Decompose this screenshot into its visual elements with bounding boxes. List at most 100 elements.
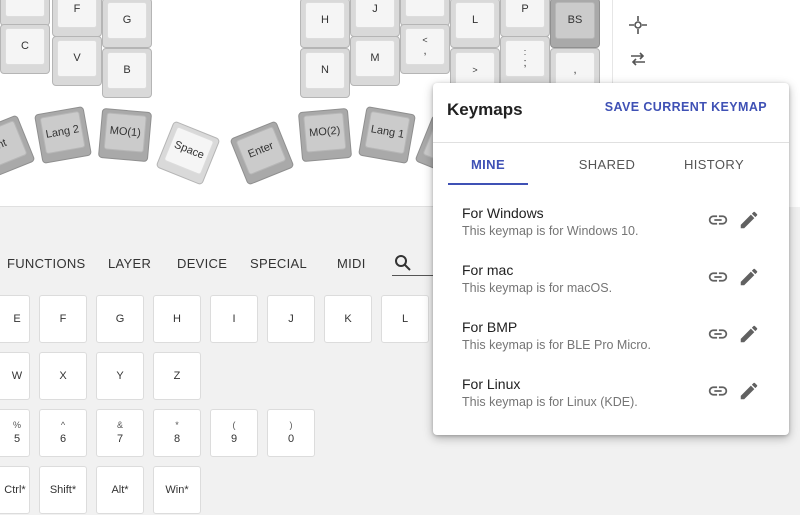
palette-key[interactable]: * 8 bbox=[153, 409, 201, 457]
thumb-key[interactable]: MO(2) bbox=[297, 107, 353, 163]
key-label: MO(1) bbox=[109, 124, 142, 140]
key-label: Space bbox=[172, 138, 206, 162]
keymap-item[interactable]: For Windows This keymap is for Windows 1… bbox=[433, 199, 789, 255]
keymap-description: This keymap is for Linux (KDE). bbox=[462, 395, 638, 409]
link-icon[interactable] bbox=[707, 209, 729, 231]
palette-key[interactable]: Y bbox=[96, 352, 144, 400]
palette-key[interactable]: Alt* bbox=[96, 466, 144, 514]
keymap-name: For mac bbox=[462, 262, 514, 278]
key-shift-label: ^ bbox=[60, 420, 66, 430]
palette-key[interactable]: (9 bbox=[210, 409, 258, 457]
pencil-icon[interactable] bbox=[738, 266, 760, 288]
palette-key[interactable]: Ctrl* bbox=[0, 466, 30, 514]
pencil-icon[interactable] bbox=[738, 209, 760, 231]
palette-key[interactable]: E bbox=[0, 295, 30, 343]
key-label: Win* bbox=[165, 483, 189, 496]
save-current-keymap-button[interactable]: SAVE CURRENT KEYMAP bbox=[605, 100, 767, 114]
tab-shared[interactable]: SHARED bbox=[553, 143, 661, 186]
palette-key[interactable]: L bbox=[381, 295, 429, 343]
key-label: H bbox=[321, 14, 329, 27]
keymap-item[interactable]: For BMP This keymap is for BLE Pro Micro… bbox=[433, 313, 789, 369]
tab-layer[interactable]: LAYER bbox=[108, 256, 151, 271]
key-label: , bbox=[573, 64, 577, 77]
tab-mine[interactable]: MINE bbox=[434, 143, 542, 186]
link-icon[interactable] bbox=[707, 380, 729, 402]
key-label: MO(2) bbox=[308, 124, 341, 140]
key-shift-label: % bbox=[12, 420, 21, 430]
key-label: G bbox=[122, 14, 132, 27]
palette-key[interactable]: G bbox=[96, 295, 144, 343]
tab-midi[interactable]: MIDI bbox=[337, 256, 366, 271]
key[interactable]: J bbox=[350, 0, 400, 37]
key[interactable]: C bbox=[0, 24, 50, 74]
key-label: N bbox=[321, 64, 329, 77]
thumb-key[interactable]: nt bbox=[0, 114, 36, 180]
palette-key[interactable]: I bbox=[210, 295, 258, 343]
keymap-item[interactable]: For mac This keymap is for macOS. bbox=[433, 256, 789, 312]
thumb-key[interactable]: Lang 1 bbox=[358, 106, 416, 164]
palette-key[interactable]: W bbox=[0, 352, 30, 400]
keymap-name: For Windows bbox=[462, 205, 544, 221]
key-label: F bbox=[73, 3, 81, 16]
key[interactable]: H bbox=[300, 0, 350, 48]
key[interactable]: F bbox=[52, 0, 102, 37]
key-label: M bbox=[370, 52, 380, 65]
key-shift-label: & bbox=[116, 420, 123, 430]
tab-history[interactable]: HISTORY bbox=[660, 143, 768, 186]
thumb-key[interactable]: MO(1) bbox=[97, 107, 153, 163]
thumb-key[interactable]: Lang 2 bbox=[34, 106, 92, 164]
palette-key[interactable]: J bbox=[267, 295, 315, 343]
key[interactable] bbox=[400, 0, 450, 26]
key-label: nt bbox=[0, 137, 9, 152]
palette-key[interactable]: Z bbox=[153, 352, 201, 400]
key[interactable]: M bbox=[350, 36, 400, 86]
palette-key[interactable]: K bbox=[324, 295, 372, 343]
crosshair-icon[interactable] bbox=[627, 14, 649, 36]
key-label: Lang 2 bbox=[44, 123, 81, 142]
key[interactable]: N bbox=[300, 48, 350, 98]
palette-key[interactable]: Win* bbox=[153, 466, 201, 514]
search-icon[interactable] bbox=[394, 254, 412, 277]
key[interactable]: :; bbox=[500, 36, 550, 86]
key-label: J bbox=[372, 3, 378, 16]
palette-key[interactable]: Shift* bbox=[39, 466, 87, 514]
thumb-key[interactable]: Space bbox=[155, 120, 221, 186]
pencil-icon[interactable] bbox=[738, 323, 760, 345]
key-label: W bbox=[11, 369, 23, 382]
key-label: Alt* bbox=[111, 483, 129, 496]
tab-special[interactable]: SPECIAL bbox=[250, 256, 307, 271]
key-label: V bbox=[73, 52, 81, 65]
tab-functions[interactable]: FUNCTIONS bbox=[7, 256, 86, 271]
link-icon[interactable] bbox=[707, 323, 729, 345]
keymap-item[interactable]: For Linux This keymap is for Linux (KDE)… bbox=[433, 370, 789, 426]
key-label: I bbox=[232, 312, 236, 325]
pencil-icon[interactable] bbox=[738, 380, 760, 402]
key[interactable]: V bbox=[52, 36, 102, 86]
keymap-name: For BMP bbox=[462, 319, 518, 335]
key[interactable] bbox=[0, 0, 50, 26]
swap-horizontal-icon[interactable] bbox=[627, 48, 649, 70]
palette-key[interactable]: % 5 bbox=[0, 409, 30, 457]
key[interactable]: G bbox=[102, 0, 152, 48]
link-icon[interactable] bbox=[707, 266, 729, 288]
key-label: G bbox=[115, 312, 125, 325]
key-label: 5 bbox=[13, 432, 21, 445]
key[interactable]: <, bbox=[400, 24, 450, 74]
palette-key[interactable]: & 7 bbox=[96, 409, 144, 457]
key-label: Y bbox=[116, 369, 124, 382]
key[interactable]: L bbox=[450, 0, 500, 48]
key[interactable]: BS bbox=[550, 0, 600, 48]
palette-key[interactable]: ) 0 bbox=[267, 409, 315, 457]
key-label: H bbox=[173, 312, 181, 325]
keymap-description: This keymap is for Windows 10. bbox=[462, 224, 639, 238]
key-shift-label: ( bbox=[232, 420, 236, 430]
palette-key[interactable]: F bbox=[39, 295, 87, 343]
thumb-key[interactable]: Enter bbox=[229, 120, 295, 186]
palette-key[interactable]: ^ 6 bbox=[39, 409, 87, 457]
key[interactable]: B bbox=[102, 48, 152, 98]
palette-key[interactable]: X bbox=[39, 352, 87, 400]
palette-key[interactable]: H bbox=[153, 295, 201, 343]
key[interactable]: P bbox=[500, 0, 550, 37]
search-input[interactable] bbox=[392, 275, 437, 276]
tab-device[interactable]: DEVICE bbox=[177, 256, 227, 271]
